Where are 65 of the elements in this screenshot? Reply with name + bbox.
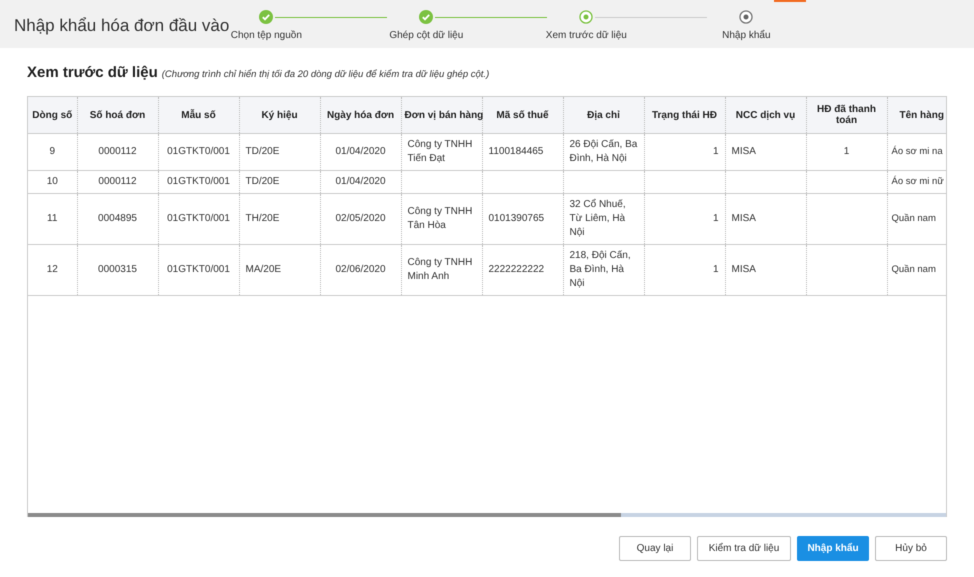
table-cell: 11 <box>28 194 77 244</box>
table-cell: Quần nam <box>887 244 946 296</box>
table-cell: Áo sơ mi nữ <box>887 170 946 194</box>
column-header: Địa chỉ <box>563 97 644 134</box>
table-cell: 26 Đội Cấn, Ba Đình, Hà Nội <box>563 134 644 170</box>
scrollbar[interactable] <box>28 513 946 517</box>
table-cell: Công ty TNHH Tiến Đạt <box>401 134 482 170</box>
accent-bar <box>774 0 806 2</box>
table-cell: MISA <box>725 134 806 170</box>
table-cell: 32 Cổ Nhuế, Từ Liêm, Hà Nội <box>563 194 644 244</box>
table-cell: 1 <box>644 244 725 296</box>
column-header: Trạng thái HĐ <box>644 97 725 134</box>
column-header: Mẫu số <box>158 97 239 134</box>
table-cell: MISA <box>725 244 806 296</box>
table-cell: 2222222222 <box>482 244 563 296</box>
table-cell: MA/20E <box>239 244 320 296</box>
table-cell: 0004895 <box>77 194 158 244</box>
table-cell: Công ty TNHH Tân Hòa <box>401 194 482 244</box>
table-cell: 0101390765 <box>482 194 563 244</box>
table-cell: TD/20E <box>239 170 320 194</box>
column-header: Ký hiệu <box>239 97 320 134</box>
table-cell: 0000112 <box>77 170 158 194</box>
table-cell: 01/04/2020 <box>320 170 401 194</box>
table-cell: 01GTKT0/001 <box>158 170 239 194</box>
action-button[interactable]: Hủy bỏ <box>875 536 947 561</box>
table-cell: 10 <box>28 170 77 194</box>
step-label: Ghép cột dữ liệu <box>388 29 464 42</box>
table-cell: 01GTKT0/001 <box>158 134 239 170</box>
table-cell: 01GTKT0/001 <box>158 244 239 296</box>
table-cell: 01GTKT0/001 <box>158 194 239 244</box>
table-cell: TH/20E <box>239 194 320 244</box>
table-cell: 1 <box>806 134 887 170</box>
column-header: HĐ đã thanh toán <box>806 97 887 134</box>
action-button[interactable]: Kiểm tra dữ liệu <box>697 536 791 561</box>
table-cell: 0000112 <box>77 134 158 170</box>
table-cell: 02/06/2020 <box>320 244 401 296</box>
table-cell: MISA <box>725 194 806 244</box>
table-cell: Quần nam <box>887 194 946 244</box>
column-header: Ngày hóa đơn <box>320 97 401 134</box>
section-note: (Chương trình chỉ hiển thị tối đa 20 dòng dữ liệu để kiểm tra dữ liệu ghép cột.) <box>162 69 490 80</box>
step-label: Nhập khẩu <box>721 29 772 42</box>
column-header: Số hoá đơn <box>77 97 158 134</box>
step-label: Chọn tệp nguồn <box>230 29 303 42</box>
table-cell: 1100184465 <box>482 134 563 170</box>
section-title: Xem trước dữ liệu <box>27 64 158 81</box>
scrollbar-thumb[interactable] <box>28 513 621 517</box>
window-title: Nhập khẩu hóa đơn đầu vào <box>14 16 230 36</box>
table-cell: 0000315 <box>77 244 158 296</box>
action-button[interactable]: Quay lại <box>619 536 691 561</box>
column-header: NCC dịch vụ <box>725 97 806 134</box>
table-cell: 12 <box>28 244 77 296</box>
table-cell: 9 <box>28 134 77 170</box>
column-header: Đơn vị bán hàng <box>401 97 482 134</box>
table-cell: 218, Đội Cấn, Ba Đình, Hà Nội <box>563 244 644 296</box>
table-cell: 02/05/2020 <box>320 194 401 244</box>
table-cell: TD/20E <box>239 134 320 170</box>
table-cell: Áo sơ mi na <box>887 134 946 170</box>
column-header: Tên hàng <box>887 97 946 134</box>
column-header: Dòng số <box>28 97 77 134</box>
column-header: Mã số thuế <box>482 97 563 134</box>
step-label: Xem trước dữ liệu <box>544 29 628 42</box>
table-cell: 1 <box>644 194 725 244</box>
table-cell: 01/04/2020 <box>320 134 401 170</box>
table-cell: 1 <box>644 134 725 170</box>
table-cell: Công ty TNHH Minh Anh <box>401 244 482 296</box>
